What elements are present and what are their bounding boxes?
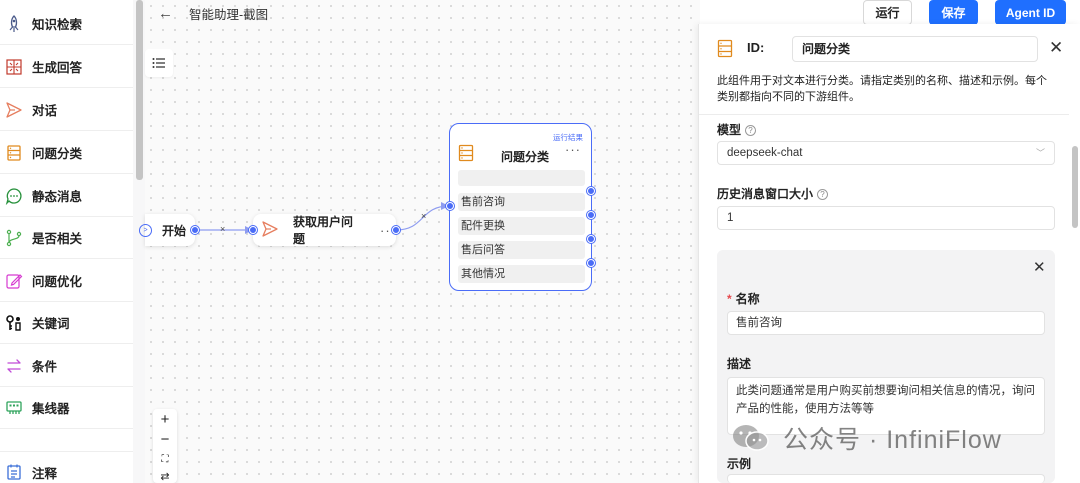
- start-icon: >: [139, 223, 152, 237]
- required-marker: *: [727, 292, 732, 306]
- input-port[interactable]: [249, 226, 257, 234]
- lock-icon[interactable]: ⇄: [153, 469, 177, 483]
- component-settings-panel: ID: 问题分类 ✕ 此组件用于对文本进行分类。请指定类别的名称、描述和示例。每…: [698, 24, 1080, 483]
- agent-id-button[interactable]: Agent ID: [995, 0, 1066, 25]
- more-options-icon[interactable]: ···: [565, 142, 581, 157]
- help-icon: ?: [745, 125, 757, 136]
- edge-delete-icon[interactable]: ×: [220, 224, 225, 234]
- output-port[interactable]: [587, 187, 595, 195]
- edge-delete-icon[interactable]: ×: [421, 211, 426, 221]
- zoom-in-button[interactable]: +: [153, 409, 177, 429]
- model-select[interactable]: deepseek-chat ﹀: [717, 141, 1055, 165]
- close-icon[interactable]: ✕: [1033, 258, 1046, 276]
- output-port[interactable]: [587, 211, 595, 219]
- watermark-text: 公众号 · InfiniFlow: [783, 426, 1002, 454]
- output-port[interactable]: [191, 226, 199, 234]
- zoom-out-button[interactable]: −: [153, 429, 177, 449]
- classify-icon: [717, 39, 733, 61]
- node-label: 获取用户问题: [293, 215, 354, 246]
- output-port[interactable]: [587, 235, 595, 243]
- chevron-down-icon: ﹀: [1035, 148, 1045, 158]
- category-description-label: 描述: [727, 357, 752, 371]
- output-port[interactable]: [392, 226, 400, 234]
- classify-icon: [458, 144, 474, 165]
- component-id-input[interactable]: 问题分类: [792, 36, 1038, 62]
- help-icon: ?: [817, 189, 829, 200]
- category-item: 售后问答: [458, 241, 585, 259]
- divider: [699, 114, 1069, 115]
- zoom-controls: + − ⛶ ⇄: [153, 409, 177, 483]
- run-button[interactable]: 运行: [863, 0, 912, 25]
- watermark: 公众号 · InfiniFlow: [731, 420, 1002, 456]
- input-port[interactable]: [446, 202, 454, 210]
- wechat-icon: [733, 425, 769, 451]
- category-name-input[interactable]: 售前咨询: [727, 311, 1045, 335]
- category-item: 配件更换: [458, 217, 585, 235]
- start-node[interactable]: > 开始: [139, 214, 199, 246]
- question-classify-node[interactable]: 运行结果 问题分类 ··· 售前咨询 配件更换 售后问答 其他情况: [446, 123, 595, 291]
- id-label: ID:: [747, 40, 765, 55]
- history-window-input[interactable]: 1: [717, 206, 1055, 230]
- category-name-label: * 名称: [727, 292, 760, 306]
- category-example-input[interactable]: [727, 474, 1045, 483]
- node-description-bar: [458, 170, 585, 186]
- history-window-label: 历史消息窗口大小?: [717, 185, 829, 202]
- output-port[interactable]: [587, 259, 595, 267]
- category-item: 售前咨询: [458, 193, 585, 211]
- node-label: 问题分类: [501, 150, 550, 164]
- panel-scrollbar[interactable]: [1072, 146, 1078, 228]
- category-example-label: 示例: [727, 457, 752, 471]
- close-icon[interactable]: ✕: [1049, 38, 1063, 58]
- fit-view-button[interactable]: ⛶: [153, 449, 177, 469]
- category-item: 其他情况: [458, 265, 585, 283]
- get-question-node[interactable]: 获取用户问题 ···: [249, 214, 400, 246]
- save-button[interactable]: 保存: [929, 0, 978, 25]
- send-icon: [261, 220, 279, 240]
- model-label: 模型?: [717, 121, 757, 138]
- node-label: 开始: [162, 223, 187, 238]
- component-description: 此组件用于对文本进行分类。请指定类别的名称、描述和示例。每个类别都指向不同的下游…: [717, 75, 1047, 103]
